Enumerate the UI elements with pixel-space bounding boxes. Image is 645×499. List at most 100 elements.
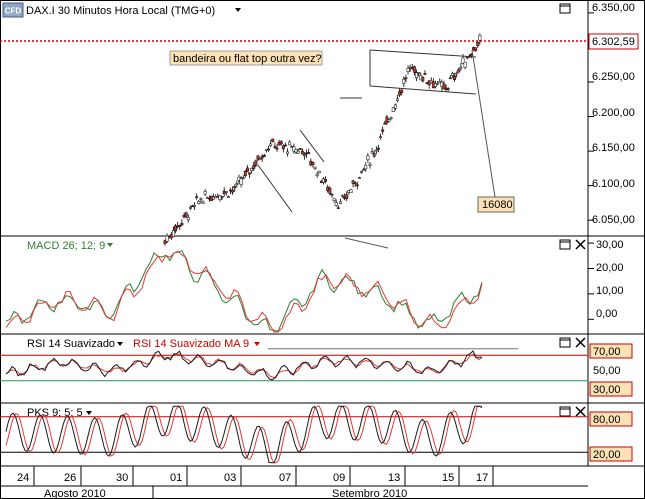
macd-label[interactable]: MACD 26; 12; 9 [27, 240, 105, 252]
candle-body [328, 187, 332, 194]
price-tick-7: 6.050,00 [592, 214, 635, 226]
candle-body [226, 196, 230, 198]
candle-body [197, 201, 201, 204]
candle-body [267, 148, 271, 151]
candle-body [184, 212, 188, 217]
candle-body [476, 41, 480, 47]
macd-tick-4: 0,00 [596, 308, 617, 320]
price-tag-text: 16080 [482, 199, 513, 211]
candle-body [284, 144, 287, 147]
candle-body [188, 207, 192, 209]
candle-body [446, 88, 450, 90]
pks-tick-1: 80,00 [593, 414, 621, 426]
candle-body [336, 207, 340, 209]
candle-body [317, 170, 321, 174]
candle-body [364, 164, 368, 170]
candle-body [406, 67, 410, 72]
chart-title[interactable]: DAX.I 30 Minutos Hora Local (TMG+0) [26, 5, 215, 17]
maximize-button[interactable] [559, 3, 571, 14]
candle-body [341, 195, 344, 197]
candle-body [421, 77, 425, 82]
candle-body [402, 79, 406, 84]
candle-body [448, 77, 452, 80]
candle-body [303, 154, 306, 157]
rsi-tick-1: 70,00 [593, 346, 621, 358]
candle-body [459, 66, 463, 69]
rsi-maximize-button[interactable] [559, 337, 571, 348]
candle-body [235, 183, 239, 185]
time-tick-label: 30 [116, 472, 128, 484]
time-tick-label: 07 [279, 472, 291, 484]
candle-body [271, 138, 275, 142]
chart-canvas: CFD DAX.I 30 Minutos Hora Local (TMG+0) … [0, 0, 645, 499]
candle-body [389, 117, 393, 120]
candle-body [404, 77, 408, 80]
candle-body [279, 141, 283, 145]
candle-body [355, 184, 359, 187]
candle-body [357, 177, 361, 179]
time-tick-label: 01 [170, 472, 182, 484]
candle-body [368, 163, 372, 166]
month-label-aug: Agosto 2010 [44, 488, 106, 499]
candle-body [195, 196, 199, 198]
candle-body [239, 178, 243, 185]
candle-body [376, 147, 380, 150]
candle-body [374, 149, 378, 152]
candle-body [286, 151, 290, 154]
candle-body [311, 162, 315, 165]
candle-body [241, 177, 245, 179]
candle-body [298, 148, 302, 150]
candle-body [381, 129, 385, 132]
candle-body [193, 205, 197, 207]
rsi-tick-3: 30,00 [593, 384, 621, 396]
candle-body [203, 191, 207, 195]
rsi-tick-2: 50,00 [593, 365, 621, 377]
candle-body [417, 72, 421, 74]
candle-body [220, 196, 224, 198]
candle-body [245, 167, 249, 172]
candle-body [252, 165, 256, 169]
candle-body [254, 160, 258, 166]
candle-body [248, 172, 251, 175]
chart-header: CFD DAX.I 30 Minutos Hora Local (TMG+0) [2, 2, 241, 18]
candle-body [474, 47, 478, 52]
price-tick-5: 6.150,00 [592, 142, 635, 154]
candle-body [353, 182, 357, 185]
candle-body [307, 152, 311, 154]
candle-body [258, 158, 262, 161]
candle-body [186, 217, 190, 221]
candle-body [379, 136, 383, 138]
time-tick-label: 24 [17, 472, 29, 484]
candle-body [453, 75, 456, 80]
candle-body [324, 179, 328, 182]
candle-body [330, 193, 334, 196]
price-tick-1: 6.350,00 [592, 2, 635, 14]
candle-body [180, 222, 184, 226]
candle-body [199, 198, 203, 200]
price-tick-4: 6.200,00 [592, 107, 635, 119]
candle-body [457, 69, 461, 73]
pks-tick-2: 20,00 [593, 449, 621, 461]
last-price-label: 6.302,59 [592, 36, 635, 48]
cfd-logo-text: CFD [5, 7, 22, 16]
time-tick-label: 09 [333, 472, 345, 484]
candle-body [345, 194, 349, 200]
candle-body [400, 89, 404, 93]
candle-body [172, 230, 175, 237]
pks-maximize-button[interactable] [559, 406, 571, 417]
rsi-ma-label[interactable]: RSI 14 Suavizado MA 9 [133, 338, 249, 350]
macd-maximize-button[interactable] [559, 239, 571, 250]
rsi-label[interactable]: RSI 14 Suavizado [27, 338, 115, 350]
candle-body [412, 66, 416, 73]
candle-body [372, 153, 376, 157]
candle-body [275, 147, 279, 150]
candle-body [273, 146, 277, 148]
time-tick-label: 13 [388, 472, 400, 484]
candle-body [338, 201, 342, 204]
candle-body [300, 150, 304, 155]
window-buttons-price[interactable] [559, 3, 571, 14]
price-tick-3: 6.250,00 [592, 71, 635, 83]
callout-text: bandeira ou flat top outra vez? [173, 53, 322, 65]
candle-body [201, 201, 205, 204]
candle-body [178, 225, 182, 228]
